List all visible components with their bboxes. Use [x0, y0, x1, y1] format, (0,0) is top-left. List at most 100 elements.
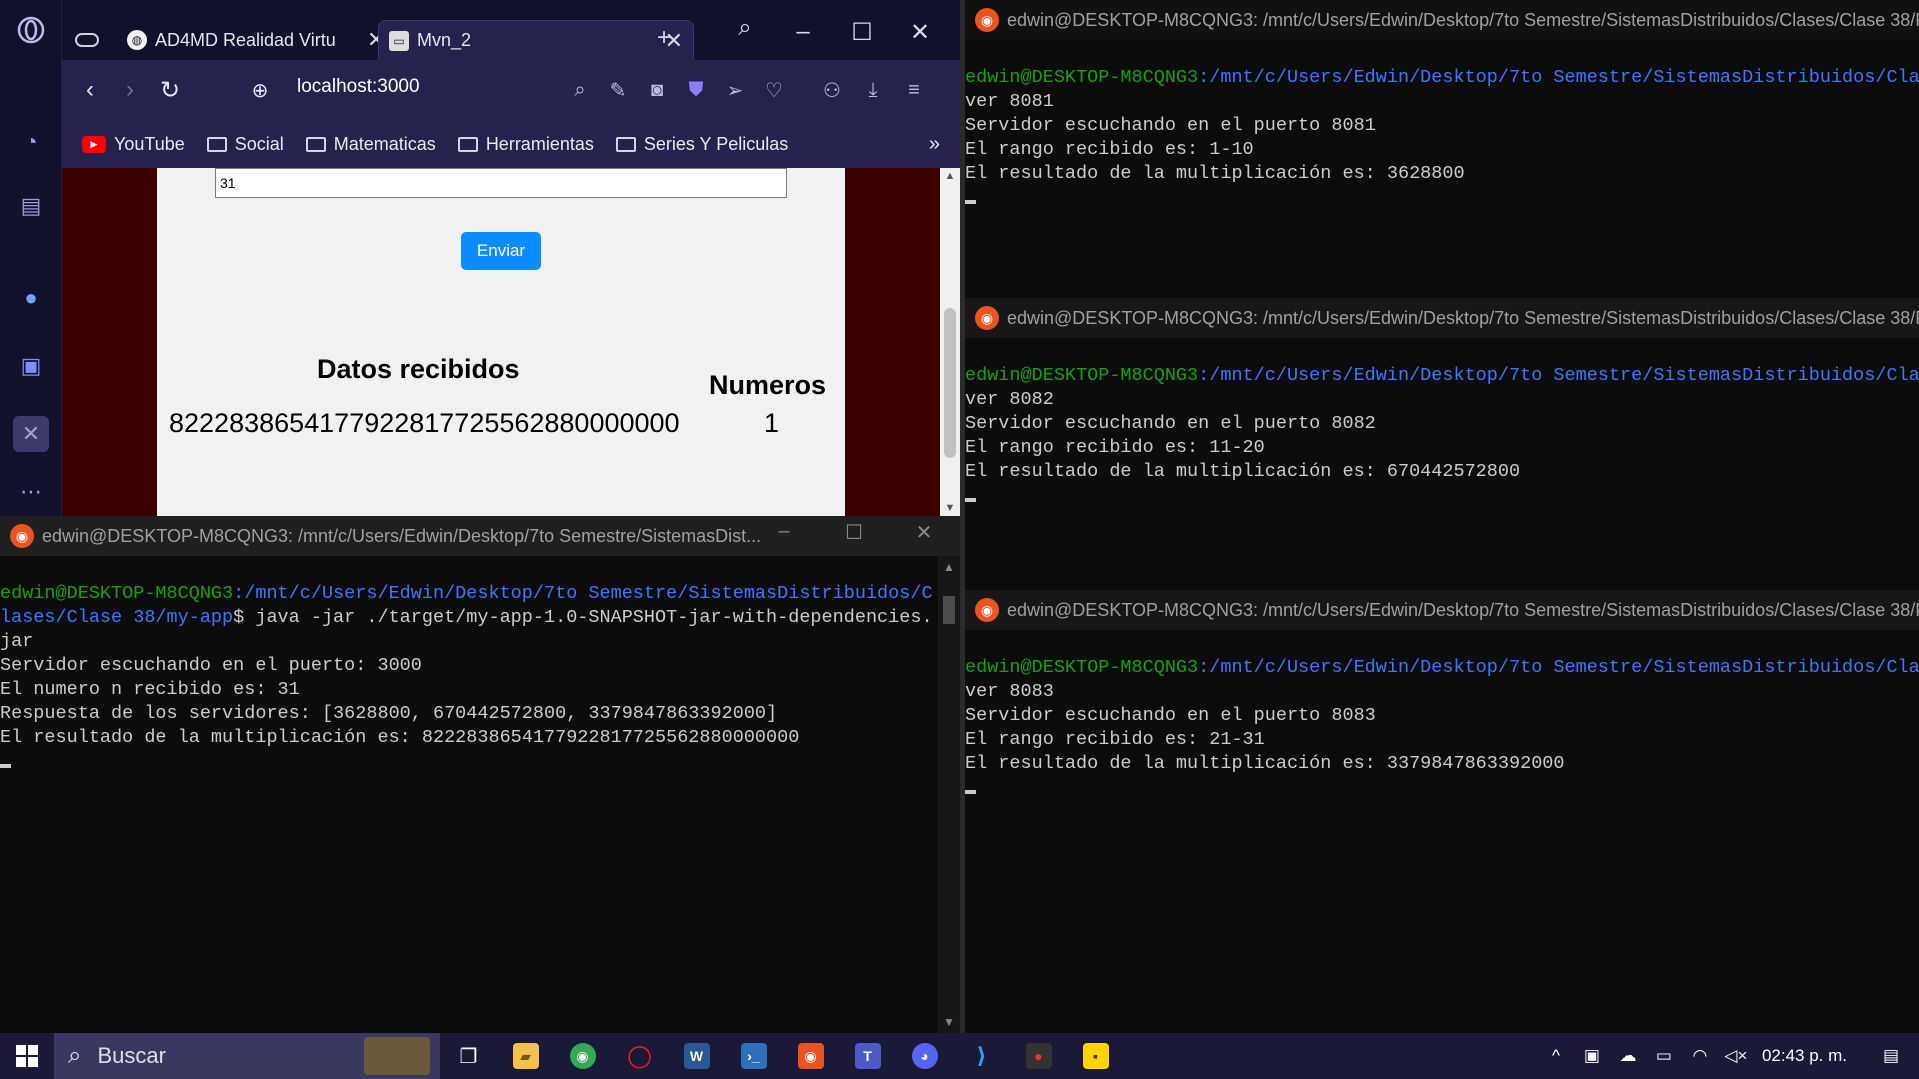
bookmark-herramientas[interactable]: Herramientas	[457, 134, 594, 155]
windows-icon	[16, 1045, 38, 1067]
heart-icon[interactable]: ♡	[758, 74, 790, 106]
maximize-icon[interactable]: ☐	[842, 12, 882, 52]
chrome-icon[interactable]: ◉	[554, 1033, 611, 1079]
easy-setup-icon[interactable]: ≡	[898, 74, 930, 106]
bookmark-social[interactable]: Social	[206, 134, 284, 155]
terminal-main[interactable]: ◉ edwin@DESKTOP-M8CQNG3: /mnt/c/Users/Ed…	[0, 516, 960, 1033]
terminal-scrollbar[interactable]: ▲ ▼	[938, 556, 960, 1033]
store-icon[interactable]: ▤	[13, 188, 49, 224]
scroll-down-icon[interactable]: ▼	[940, 502, 960, 514]
start-button[interactable]	[0, 1033, 54, 1079]
discord-taskbar-icon[interactable]: ◕	[896, 1033, 953, 1079]
minimize-icon[interactable]: –	[783, 12, 823, 52]
terminal-server-8082[interactable]: ◉ edwin@DESKTOP-M8CQNG3: /mnt/c/Users/Ed…	[965, 298, 1919, 590]
ubuntu-icon: ◉	[975, 306, 999, 330]
vscode-icon[interactable]: ⟩	[953, 1033, 1010, 1079]
back-icon[interactable]: ‹	[72, 72, 108, 108]
terminal-output[interactable]: edwin@DESKTOP-M8CQNG3:/mnt/c/Users/Edwin…	[965, 630, 1919, 1033]
sticky-notes-icon[interactable]: ▪	[1067, 1033, 1124, 1079]
search-icon: ⌕	[68, 1042, 82, 1069]
enviar-button[interactable]: Enviar	[461, 232, 541, 270]
scroll-up-icon[interactable]: ▲	[938, 560, 960, 574]
minimize-icon[interactable]: –	[766, 520, 802, 543]
terminal-titlebar: ◉ edwin@DESKTOP-M8CQNG3: /mnt/c/Users/Ed…	[965, 0, 1919, 40]
text-cursor	[965, 790, 976, 794]
site-info-icon[interactable]: ⊕	[242, 72, 278, 108]
onedrive-icon[interactable]: ☁	[1610, 1046, 1646, 1066]
recorder-icon[interactable]: ●	[1010, 1033, 1067, 1079]
speed-dial-icon[interactable]: ◔	[13, 124, 49, 160]
whatsapp-icon[interactable]: ●	[13, 280, 49, 316]
send-icon[interactable]: ➢	[719, 74, 751, 106]
text-cursor	[0, 764, 11, 768]
bookmark-matematicas[interactable]: Matematicas	[305, 134, 436, 155]
terminal-output[interactable]: edwin@DESKTOP-M8CQNG3:/mnt/c/Users/Edwin…	[965, 40, 1919, 298]
new-tab-icon[interactable]: +	[644, 18, 684, 58]
ubuntu-icon: ◉	[975, 8, 999, 32]
discord-icon[interactable]: ▣	[13, 348, 49, 384]
number-input[interactable]	[215, 168, 787, 198]
ubuntu-icon: ◉	[10, 524, 34, 548]
clock[interactable]: 02:43 p. m.	[1754, 1046, 1863, 1066]
datos-value: 8222838654177922817725562880000000	[169, 408, 680, 438]
ubuntu-taskbar-icon[interactable]: ◉	[782, 1033, 839, 1079]
taskbar-search[interactable]: ⌕ Buscar	[54, 1033, 440, 1079]
tab-label: Mvn_2	[417, 30, 472, 50]
search-icon[interactable]: ⌕	[564, 74, 596, 106]
text-cursor	[965, 498, 976, 502]
tab-label: AD4MD Realidad Virtu	[155, 29, 336, 50]
web-viewport: Enviar Datos recibidos Numeros 822283865…	[62, 168, 960, 516]
numeros-heading: Numeros	[709, 370, 827, 400]
address-bar: ‹ › ↻ ⊕ localhost:3000 ⌕ ✎ ◙ ⛊ ➢ ♡ ⚇ ⤓ ≡	[62, 60, 960, 120]
scroll-thumb[interactable]	[944, 308, 956, 458]
profile-icon[interactable]: ⚇	[816, 74, 848, 106]
terminal-output[interactable]: edwin@DESKTOP-M8CQNG3:/mnt/c/Users/Edwin…	[965, 338, 1919, 590]
meet-now-icon[interactable]: ▣	[1574, 1046, 1610, 1066]
terminal-output[interactable]: edwin@DESKTOP-M8CQNG3:/mnt/c/Users/Edwin…	[0, 556, 938, 1033]
gamepad-icon[interactable]	[65, 20, 109, 60]
opera-icon[interactable]: ◯	[611, 1033, 668, 1079]
terminal-titlebar: ◉ edwin@DESKTOP-M8CQNG3: /mnt/c/Users/Ed…	[965, 298, 1919, 338]
wifi-icon[interactable]: ◠	[1682, 1046, 1718, 1066]
scroll-up-icon[interactable]: ▲	[940, 170, 960, 182]
volume-muted-icon[interactable]: ◁×	[1718, 1046, 1754, 1066]
chevron-up-icon[interactable]: ^	[1538, 1046, 1574, 1066]
page-favicon-icon: ▭	[389, 30, 409, 51]
tools-icon[interactable]: ✕	[13, 416, 49, 452]
download-icon[interactable]: ⤓	[857, 74, 889, 106]
page-scrollbar[interactable]: ▲ ▼	[940, 168, 960, 516]
reload-icon[interactable]: ↻	[152, 72, 188, 108]
opera-logo-icon[interactable]	[13, 12, 49, 48]
search-tabs-icon[interactable]: ⌕	[725, 8, 765, 48]
file-explorer-icon[interactable]: ▰	[497, 1033, 554, 1079]
teams-icon[interactable]: T	[839, 1033, 896, 1079]
search-highlight-icon	[364, 1037, 430, 1075]
browser-window: ◔ ▤ ● ▣ ✕ ⋯ ◍ AD4MD Realidad Virtu ✕ ▭ M…	[0, 0, 960, 516]
edit-icon[interactable]: ✎	[602, 74, 634, 106]
bookmark-series[interactable]: Series Y Peliculas	[615, 134, 788, 155]
maximize-icon[interactable]: ☐	[836, 520, 872, 545]
camera-icon[interactable]: ◙	[641, 74, 673, 106]
youtube-icon: ▶	[82, 135, 106, 153]
shield-icon[interactable]: ⛊	[680, 74, 712, 106]
terminal-server-8081[interactable]: ◉ edwin@DESKTOP-M8CQNG3: /mnt/c/Users/Ed…	[965, 0, 1919, 298]
task-view-icon[interactable]: ❐	[440, 1033, 497, 1079]
scroll-thumb[interactable]	[943, 596, 955, 624]
close-window-icon[interactable]: ✕	[900, 12, 940, 52]
more-bookmarks-icon[interactable]: »	[929, 133, 940, 156]
more-icon[interactable]: ⋯	[13, 474, 49, 510]
bookmark-youtube[interactable]: ▶ YouTube	[82, 134, 185, 155]
terminal-server-8083[interactable]: ◉ edwin@DESKTOP-M8CQNG3: /mnt/c/Users/Ed…	[965, 590, 1919, 1033]
url-field[interactable]: localhost:3000	[297, 76, 420, 98]
battery-icon[interactable]: ▭	[1646, 1046, 1682, 1066]
forward-icon[interactable]: ›	[112, 72, 148, 108]
bookmarks-bar: ▶ YouTube Social Matematicas Herramientas…	[62, 120, 960, 168]
folder-icon	[305, 136, 326, 152]
text-cursor	[965, 200, 976, 204]
close-icon[interactable]: ✕	[906, 520, 942, 545]
system-tray: ^ ▣ ☁ ▭ ◠ ◁× 02:43 p. m. ▤	[1538, 1033, 1919, 1079]
scroll-down-icon[interactable]: ▼	[938, 1015, 960, 1029]
notifications-icon[interactable]: ▤	[1863, 1046, 1919, 1066]
word-icon[interactable]: W	[668, 1033, 725, 1079]
powershell-icon[interactable]: ›_	[725, 1033, 782, 1079]
